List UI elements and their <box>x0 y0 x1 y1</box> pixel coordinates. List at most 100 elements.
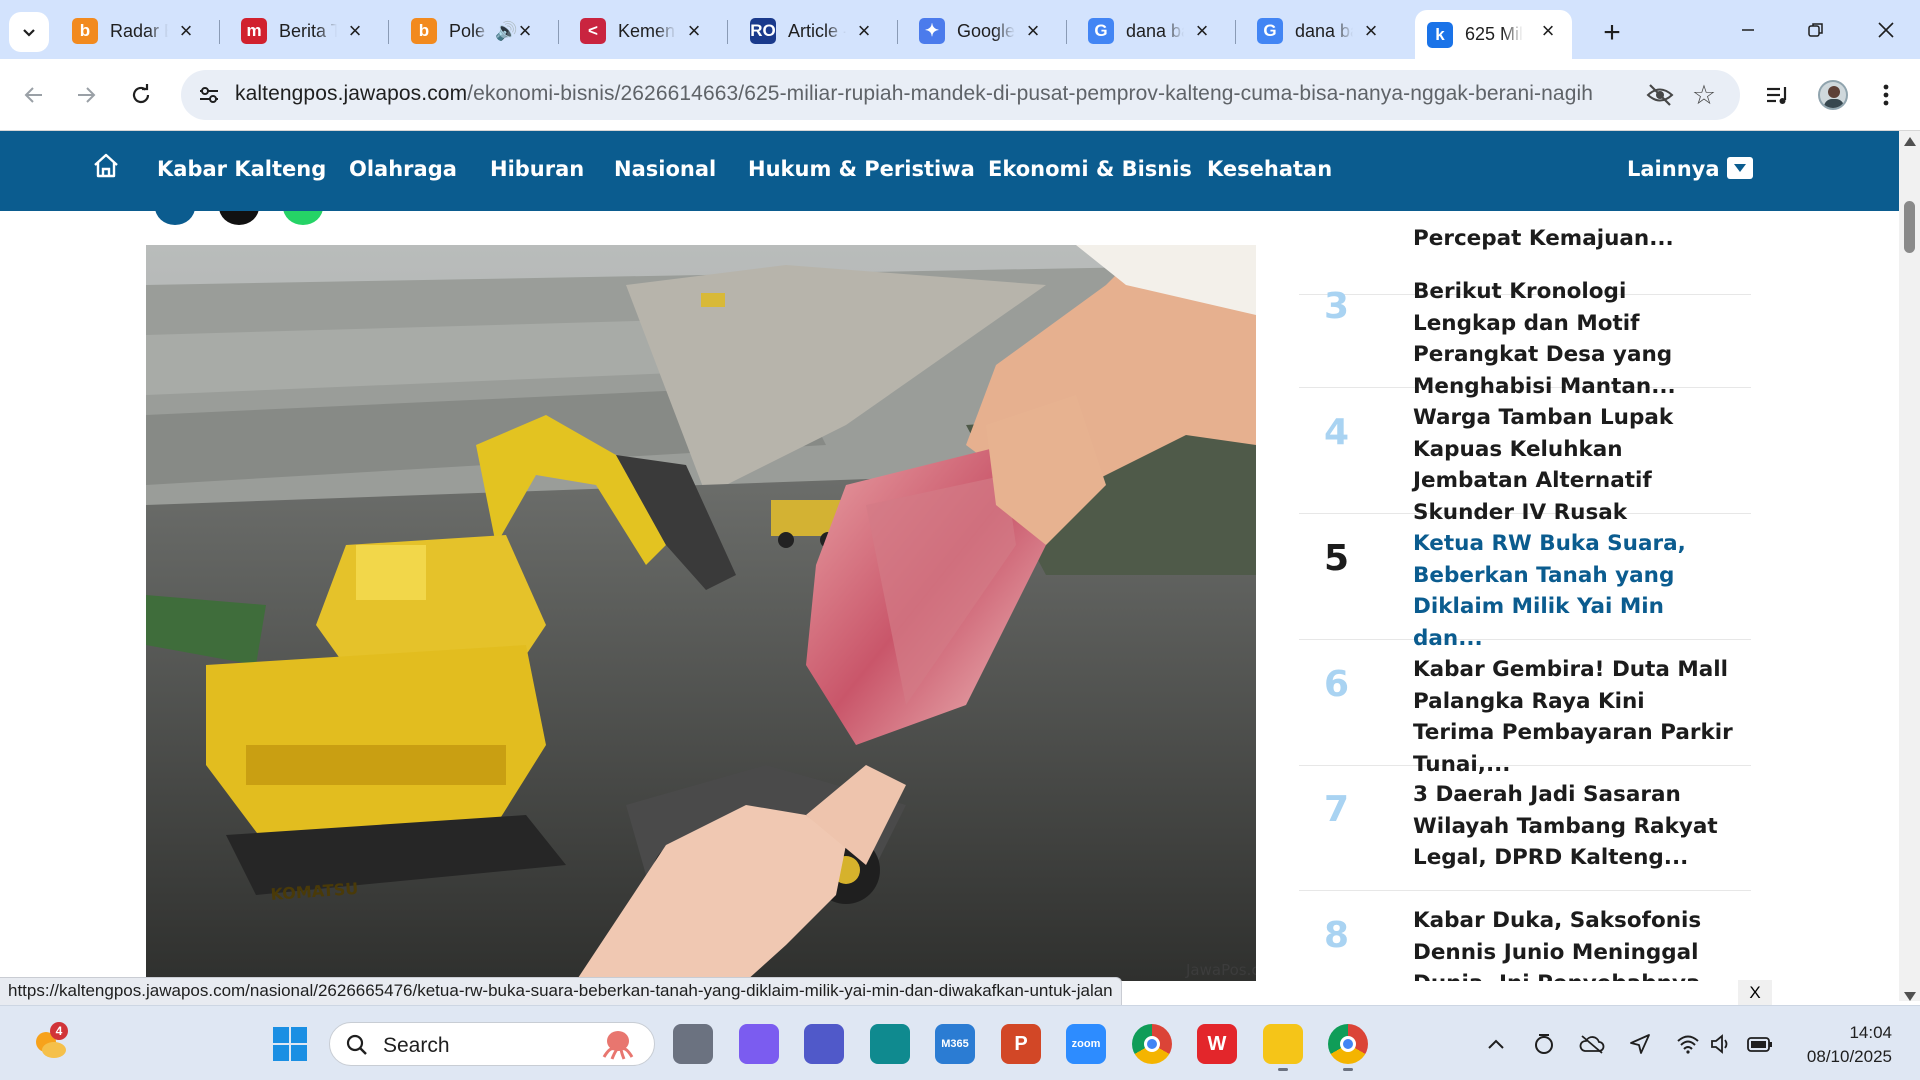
nav-olahraga[interactable]: Olahraga <box>349 157 457 181</box>
wifi-icon[interactable] <box>1674 1030 1702 1058</box>
browser-tab[interactable]: ✦ Google × <box>907 10 1057 52</box>
powerpoint-icon[interactable]: P <box>1001 1024 1041 1064</box>
app-label: zoom <box>1071 1038 1101 1050</box>
browser-tab[interactable]: Gdana ba × <box>1245 10 1395 52</box>
address-bar[interactable]: kaltengpos.jawapos.com/ekonomi-bisnis/26… <box>181 70 1740 120</box>
microsoft-365-icon[interactable]: M365 <box>935 1024 975 1064</box>
tab-close-icon[interactable]: × <box>852 18 876 43</box>
location-icon[interactable] <box>1626 1030 1654 1058</box>
trending-headline-link[interactable]: Kabar Gembira! Duta Mall Palangka Raya K… <box>1413 654 1733 780</box>
clock-time[interactable]: 14:04 <box>1820 1023 1892 1043</box>
eye-slash-icon[interactable] <box>1646 82 1674 108</box>
trending-item[interactable]: 7 3 Daerah Jadi Sasaran Wilayah Tambang R… <box>1299 765 1751 891</box>
tab-close-icon[interactable]: × <box>1359 18 1383 43</box>
windows-taskbar: 4 Search M365 Pzoom W 14:04 08/10/2025 <box>0 1005 1920 1080</box>
nav-ekonomi-bisnis[interactable]: Ekonomi & Bisnis <box>988 157 1192 181</box>
trending-item[interactable]: 3 Berikut Kronologi Lengkap dan Motif Per… <box>1299 262 1751 399</box>
nav-hiburan[interactable]: Hiburan <box>490 157 584 181</box>
restore-button[interactable] <box>1794 10 1838 50</box>
chevron-up-icon <box>1488 1039 1504 1049</box>
trending-headline-link[interactable]: Ketua RW Buka Suara, Beberkan Tanah yang… <box>1413 528 1733 654</box>
nav-kesehatan[interactable]: Kesehatan <box>1207 157 1332 181</box>
tab-close-icon[interactable]: × <box>1021 18 1045 43</box>
onedrive-icon[interactable] <box>1578 1030 1606 1058</box>
back-button[interactable] <box>14 75 54 115</box>
tab-close-icon[interactable]: × <box>513 18 537 43</box>
browser-menu-button[interactable] <box>1866 75 1906 115</box>
navigation-arrow-icon <box>1630 1034 1650 1054</box>
start-button[interactable] <box>270 1024 310 1064</box>
trending-item[interactable]: 5 Ketua RW Buka Suara, Beberkan Tanah yan… <box>1299 514 1751 651</box>
tray-app-icon[interactable] <box>1530 1030 1558 1058</box>
nav-more[interactable]: Lainnya <box>1627 157 1720 181</box>
edge-icon[interactable] <box>870 1024 910 1064</box>
caret-down-icon[interactable] <box>1727 157 1753 179</box>
browser-tab[interactable]: RO Article - × <box>738 10 888 52</box>
chrome-profile-icon[interactable] <box>1328 1024 1368 1064</box>
minimize-button[interactable] <box>1726 10 1770 50</box>
trending-rank: 7 <box>1324 789 1350 830</box>
tab-close-icon[interactable]: × <box>1536 18 1560 43</box>
trending-headline-link[interactable]: Kabar Duka, Saksofonis Dennis Junio Meni… <box>1413 905 1733 981</box>
taskbar-search[interactable]: Search <box>329 1022 655 1066</box>
tab-close-icon[interactable]: × <box>174 18 198 43</box>
running-indicator <box>1278 1068 1288 1071</box>
sticky-notes-icon[interactable] <box>1263 1024 1303 1064</box>
forward-button[interactable] <box>66 75 106 115</box>
zoom-icon[interactable]: zoom <box>1066 1024 1106 1064</box>
nav-kabar-kalteng[interactable]: Kabar Kalteng <box>157 157 326 181</box>
tab-close-icon[interactable]: × <box>343 18 367 43</box>
weather-badge: 4 <box>50 1022 68 1040</box>
close-window-button[interactable] <box>1864 10 1908 50</box>
trending-item[interactable]: 4 Warga Tamban Lupak Kapuas Keluhkan Jemb… <box>1299 388 1751 525</box>
reload-button[interactable] <box>121 75 161 115</box>
ring-icon <box>1535 1034 1553 1054</box>
new-tab-button[interactable]: + <box>1594 15 1630 51</box>
nav-hukum-peristiwa[interactable]: Hukum & Peristiwa <box>748 157 975 181</box>
page-scrollbar[interactable] <box>1899 131 1920 1001</box>
chevron-down-icon <box>23 29 35 37</box>
scrollbar-thumb[interactable] <box>1904 201 1915 253</box>
show-hidden-icons-button[interactable] <box>1482 1030 1510 1058</box>
wps-office-icon[interactable]: W <box>1197 1024 1237 1064</box>
browser-tab[interactable]: m Berita T × <box>229 10 379 52</box>
site-info-icon[interactable] <box>197 83 221 107</box>
battery-icon[interactable] <box>1746 1030 1774 1058</box>
ad-close-button[interactable]: X <box>1738 980 1772 1006</box>
home-icon[interactable] <box>92 152 120 180</box>
browser-tab[interactable]: b Radar B × <box>60 10 210 52</box>
copilot-icon[interactable] <box>739 1024 779 1064</box>
browser-tab[interactable]: b Pole 🔊 × <box>399 10 549 52</box>
browser-tab[interactable]: Gdana ba × <box>1076 10 1226 52</box>
trending-headline-link[interactable]: 3 Daerah Jadi Sasaran Wilayah Tambang Ra… <box>1413 779 1733 874</box>
trending-item[interactable]: 8 Kabar Duka, Saksofonis Dennis Junio Men… <box>1299 891 1751 981</box>
trending-headline-link[interactable]: Percepat Kemajuan... <box>1413 223 1733 255</box>
teams-icon[interactable] <box>804 1024 844 1064</box>
clock-date[interactable]: 08/10/2025 <box>1786 1047 1892 1067</box>
wifi-signal-icon <box>1677 1035 1699 1054</box>
scroll-up-arrow-icon[interactable] <box>1904 137 1916 146</box>
chrome-icon[interactable] <box>1132 1024 1172 1064</box>
scroll-down-arrow-icon[interactable] <box>1904 992 1916 1001</box>
share-facebook-button[interactable] <box>155 211 195 225</box>
tab-separator <box>558 20 559 44</box>
share-x-button[interactable] <box>219 211 259 225</box>
trending-headline-link[interactable]: Berikut Kronologi Lengkap dan Motif Pera… <box>1413 276 1733 402</box>
browser-tab[interactable]: k 625 Mili × <box>1415 10 1572 59</box>
tab-close-icon[interactable]: × <box>682 18 706 43</box>
url-text[interactable]: kaltengpos.jawapos.com/ekonomi-bisnis/26… <box>235 82 1593 106</box>
bookmark-star-icon[interactable]: ☆ <box>1690 81 1718 109</box>
tab-close-icon[interactable]: × <box>1190 18 1214 43</box>
nav-nasional[interactable]: Nasional <box>614 157 716 181</box>
volume-icon[interactable] <box>1708 1030 1736 1058</box>
browser-toolbar: kaltengpos.jawapos.com/ekonomi-bisnis/26… <box>0 59 1920 131</box>
trending-headline-link[interactable]: Warga Tamban Lupak Kapuas Keluhkan Jemba… <box>1413 402 1733 528</box>
browser-tab[interactable]: < Kemenk × <box>568 10 718 52</box>
task-view-icon[interactable] <box>673 1024 713 1064</box>
tab-search-button[interactable] <box>9 12 49 52</box>
gemini-favicon-icon: ✦ <box>919 18 945 44</box>
trending-item[interactable]: 6 Kabar Gembira! Duta Mall Palangka Raya … <box>1299 640 1751 777</box>
profile-button[interactable] <box>1813 75 1853 115</box>
share-whatsapp-button[interactable] <box>283 211 323 225</box>
media-controls-button[interactable] <box>1758 75 1798 115</box>
